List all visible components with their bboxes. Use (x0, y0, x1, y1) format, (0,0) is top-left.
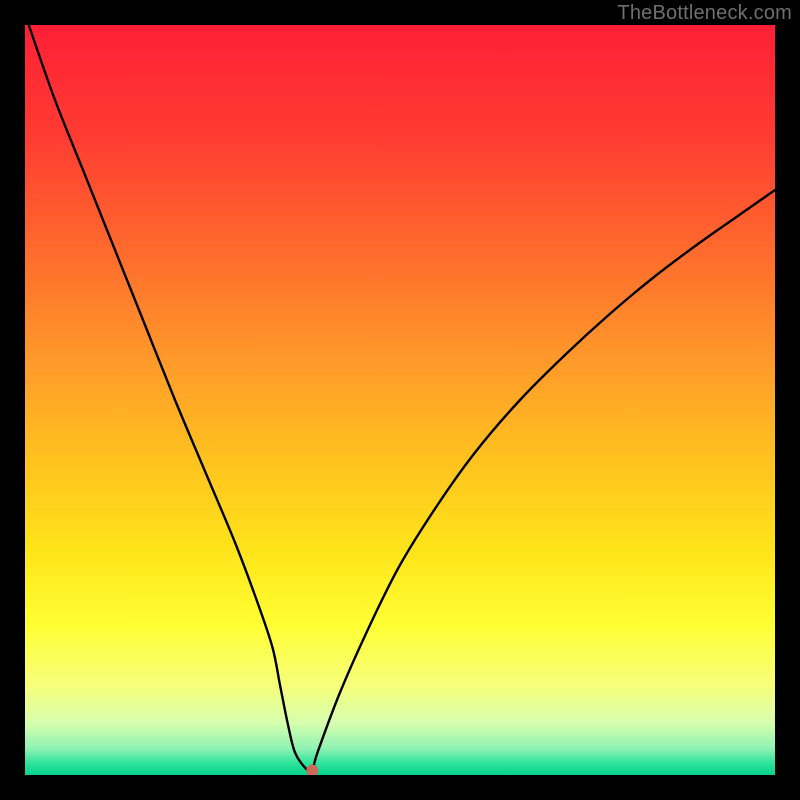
gradient-background (25, 25, 775, 775)
plot-area (25, 25, 775, 775)
chart-frame: TheBottleneck.com (0, 0, 800, 800)
attribution-label: TheBottleneck.com (617, 2, 792, 25)
chart-svg (25, 25, 775, 775)
